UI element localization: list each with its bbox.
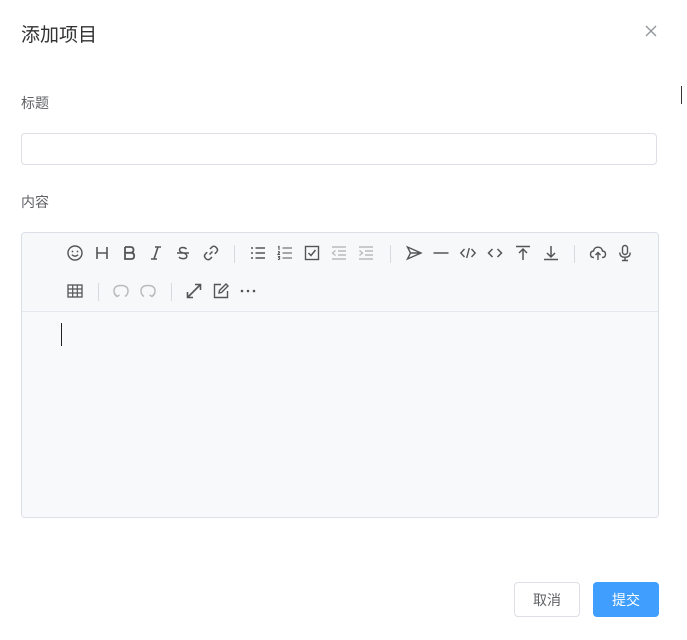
- add-project-dialog: 添加项目 标题 内容 取消 提交: [0, 0, 672, 640]
- submit-button[interactable]: 提交: [593, 582, 659, 617]
- toolbar-divider: [574, 245, 575, 263]
- toolbar-row-1: [22, 239, 658, 267]
- checklist-icon[interactable]: [300, 241, 324, 265]
- outdent-icon[interactable]: [327, 241, 351, 265]
- background-text-fragment: [681, 86, 687, 104]
- quote-icon[interactable]: [402, 241, 426, 265]
- toolbar-divider: [390, 245, 391, 263]
- editor-toolbar: [22, 233, 658, 312]
- toolbar-row-2: [22, 277, 658, 305]
- edit-mode-icon[interactable]: [209, 279, 233, 303]
- bold-icon[interactable]: [117, 241, 141, 265]
- horizontal-line-icon[interactable]: [429, 241, 453, 265]
- fullscreen-icon[interactable]: [182, 279, 206, 303]
- emoji-icon[interactable]: [63, 241, 87, 265]
- microphone-icon[interactable]: [613, 241, 637, 265]
- upload-icon[interactable]: [586, 241, 610, 265]
- indent-icon[interactable]: [354, 241, 378, 265]
- bullet-list-icon[interactable]: [246, 241, 270, 265]
- italic-icon[interactable]: [144, 241, 168, 265]
- link-icon[interactable]: [199, 241, 223, 265]
- close-icon[interactable]: [643, 23, 659, 39]
- strikethrough-icon[interactable]: [171, 241, 195, 265]
- text-caret: [61, 323, 62, 346]
- headings-icon[interactable]: [90, 241, 114, 265]
- ordered-list-icon[interactable]: [273, 241, 297, 265]
- markdown-editor: [21, 232, 659, 518]
- table-icon[interactable]: [63, 279, 87, 303]
- toolbar-divider: [98, 283, 99, 301]
- more-icon[interactable]: [236, 279, 260, 303]
- undo-icon[interactable]: [109, 279, 133, 303]
- insert-before-icon[interactable]: [511, 241, 535, 265]
- title-input[interactable]: [21, 133, 657, 165]
- background-page-edge: [672, 0, 687, 640]
- code-block-icon[interactable]: [456, 241, 480, 265]
- cancel-button[interactable]: 取消: [514, 582, 580, 617]
- insert-after-icon[interactable]: [539, 241, 563, 265]
- redo-icon[interactable]: [136, 279, 160, 303]
- toolbar-divider: [171, 283, 172, 301]
- title-label: 标题: [21, 96, 49, 112]
- dialog-title: 添加项目: [21, 24, 98, 46]
- toolbar-divider: [234, 245, 235, 263]
- content-label: 内容: [21, 195, 49, 211]
- editor-content-area[interactable]: [22, 312, 658, 517]
- inline-code-icon[interactable]: [483, 241, 507, 265]
